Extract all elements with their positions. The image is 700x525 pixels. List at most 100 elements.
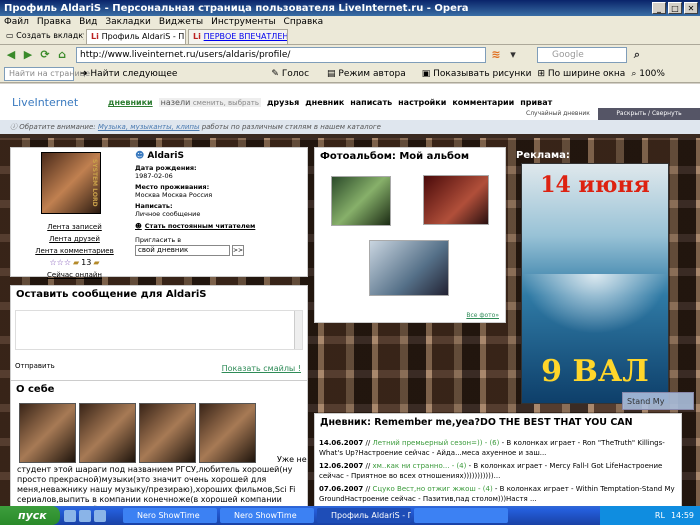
album-photo[interactable]	[331, 176, 391, 226]
poster-date: 14 июня	[540, 172, 650, 198]
menu-item-tools[interactable]: Инструменты	[211, 16, 275, 29]
dropdown-icon[interactable]: ▾	[506, 48, 520, 62]
entry-sep: //	[365, 439, 371, 447]
site-header: LiveInternet дневники назели сменить, вы…	[0, 84, 700, 120]
info-icon: ⓘ	[10, 123, 20, 131]
author-mode-button[interactable]: ▤ Режим автора	[327, 69, 406, 79]
tab-first-impression[interactable]: Li ПЕРВОЕ ВПЕЧАТЛЕН...	[188, 29, 288, 44]
nav-settings[interactable]: настройки	[398, 98, 446, 107]
menu-item-bookmarks[interactable]: Закладки	[105, 16, 151, 29]
fit-width-button[interactable]: ⊞ По ширине окна	[538, 69, 626, 79]
subscribe-link[interactable]: ☻ Стать постоянным читателем	[135, 222, 305, 230]
entries-feed-link[interactable]: Лента записей	[17, 221, 132, 233]
voice-button[interactable]: ✎ Голос	[271, 69, 309, 79]
menu-item-help[interactable]: Справка	[284, 16, 324, 29]
diary-entries: 14.06.2007 // Летний премьерный сезон=))…	[319, 438, 679, 506]
taskbar-task[interactable]	[414, 508, 508, 523]
entry-sep: //	[365, 462, 371, 470]
author-mode-label: Режим автора	[338, 68, 406, 79]
find-input[interactable]: Найти на странице	[4, 66, 90, 81]
entry-title-link[interactable]: Сцуко Вест,но отжиг жжош	[372, 485, 475, 493]
menu-item-file[interactable]: Файл	[4, 16, 29, 29]
about-photo[interactable]	[139, 403, 196, 463]
quick-launch-icon[interactable]	[94, 509, 106, 522]
friends-feed-link[interactable]: Лента друзей	[17, 233, 132, 245]
reload-icon[interactable]: ⟳	[38, 48, 52, 62]
nav-private[interactable]: приват	[520, 98, 552, 107]
user-icon: ☻	[135, 151, 145, 161]
start-button[interactable]: пуск	[0, 506, 60, 525]
nav-diary[interactable]: дневник	[305, 98, 344, 107]
textarea-scrollbar[interactable]	[294, 311, 302, 349]
maximize-button[interactable]: □	[668, 2, 682, 14]
notice-label: Обратите внимание:	[19, 123, 96, 131]
comments-feed-link[interactable]: Лента комментариев	[17, 245, 132, 257]
message-textarea[interactable]	[15, 310, 303, 350]
find-next-button[interactable]: ➜ Найти следующее	[80, 69, 177, 79]
entry-title-link[interactable]: хм..как ни странно...	[372, 462, 449, 470]
about-photo[interactable]	[79, 403, 136, 463]
quick-launch-icon[interactable]	[64, 509, 76, 522]
site-nav: дневники назели сменить, выбрать друзья …	[108, 98, 552, 107]
site-logo[interactable]: LiveInternet	[12, 96, 78, 109]
language-indicator[interactable]: RL	[655, 506, 665, 525]
album-title: Фотоальбом: Мой альбом	[320, 151, 470, 162]
entry-comments-count[interactable]: - (4)	[478, 485, 493, 493]
rating-row: ☆☆☆ ▰ 13 ▰	[17, 257, 132, 269]
private-message-link[interactable]: Личное сообщение	[135, 210, 305, 218]
taskbar-task[interactable]: Nero ShowTime	[123, 508, 217, 523]
rss-icon[interactable]: ≋	[489, 48, 503, 62]
avatar-caption: SYSTEM LORD	[91, 159, 98, 207]
tab-bar: ▭ Создать вкладку Li Профиль AldariS - П…	[0, 29, 700, 45]
system-tray: RL 14:59	[600, 506, 700, 525]
nav-comments[interactable]: комментарии	[452, 98, 514, 107]
new-tab-button[interactable]: ▭ Создать вкладку	[2, 29, 84, 44]
entry-comments-count[interactable]: - (6)	[485, 439, 500, 447]
back-arrow-icon[interactable]: ◀	[4, 48, 18, 62]
entry-comments-count[interactable]: - (4)	[452, 462, 467, 470]
fit-width-icon: ⊞	[537, 68, 548, 79]
about-text: студент этой шараги под названием РГСУ,л…	[17, 465, 296, 506]
about-photo[interactable]	[19, 403, 76, 463]
forward-arrow-icon[interactable]: ▶	[21, 48, 35, 62]
send-button[interactable]: Отправить	[15, 362, 55, 370]
nav-section[interactable]: назели сменить, выбрать	[158, 98, 261, 107]
nav-diaries[interactable]: дневники	[108, 98, 153, 107]
menu-item-widgets[interactable]: Виджеты	[159, 16, 203, 29]
folder-icon: ▰	[73, 258, 80, 267]
nav-write[interactable]: написать	[350, 98, 392, 107]
expand-collapse-button[interactable]: Раскрыть / Свернуть	[598, 108, 700, 120]
nav-friends[interactable]: друзья	[267, 98, 299, 107]
taskbar-task[interactable]: Nero ShowTime	[220, 508, 314, 523]
about-photo[interactable]	[199, 403, 256, 463]
stars-icon: ☆☆☆	[49, 258, 71, 267]
tab-profile[interactable]: Li Профиль AldariS - П...	[86, 29, 186, 44]
home-icon[interactable]: ⌂	[55, 48, 69, 62]
minimize-button[interactable]: _	[652, 2, 666, 14]
message-title: Оставить сообщение для AldariS	[16, 289, 207, 300]
all-photos-link[interactable]: Все фото»	[466, 312, 499, 319]
taskbar-task[interactable]: Профиль AldariS - Пе...	[317, 508, 411, 523]
tab-favicon-icon: Li	[193, 32, 204, 41]
menu-item-edit[interactable]: Правка	[37, 16, 71, 29]
entry-title-link[interactable]: Летний премьерный сезон=))	[372, 439, 482, 447]
search-icon[interactable]: ⌕	[630, 48, 644, 62]
zoom-control[interactable]: ⌕ 100%	[631, 69, 665, 79]
search-input[interactable]: Google	[537, 47, 627, 63]
album-photo[interactable]	[369, 240, 449, 296]
invite-select[interactable]: свой дневник	[135, 245, 230, 256]
random-diary-link[interactable]: Случайный дневник	[526, 110, 590, 117]
menu-item-view[interactable]: Вид	[79, 16, 97, 29]
notice-link[interactable]: Музыка, музыканты, клипы	[98, 123, 200, 131]
location-value: Москва Москва Россия	[135, 191, 213, 199]
invite-go-button[interactable]: >>	[232, 245, 244, 256]
show-smiles-link[interactable]: Показать смайлы !	[222, 364, 301, 373]
show-images-button[interactable]: ▣ Показывать рисунки	[422, 69, 532, 79]
address-input[interactable]: http://www.liveinternet.ru/users/aldaris…	[76, 47, 486, 63]
album-photo[interactable]	[423, 175, 489, 225]
images-icon: ▣	[421, 68, 434, 79]
ad-poster[interactable]: 14 июня 9 ВАЛ	[521, 163, 669, 404]
quick-launch-icon[interactable]	[79, 509, 91, 522]
ad-title: Реклама:	[516, 150, 570, 161]
close-button[interactable]: ✕	[684, 2, 698, 14]
